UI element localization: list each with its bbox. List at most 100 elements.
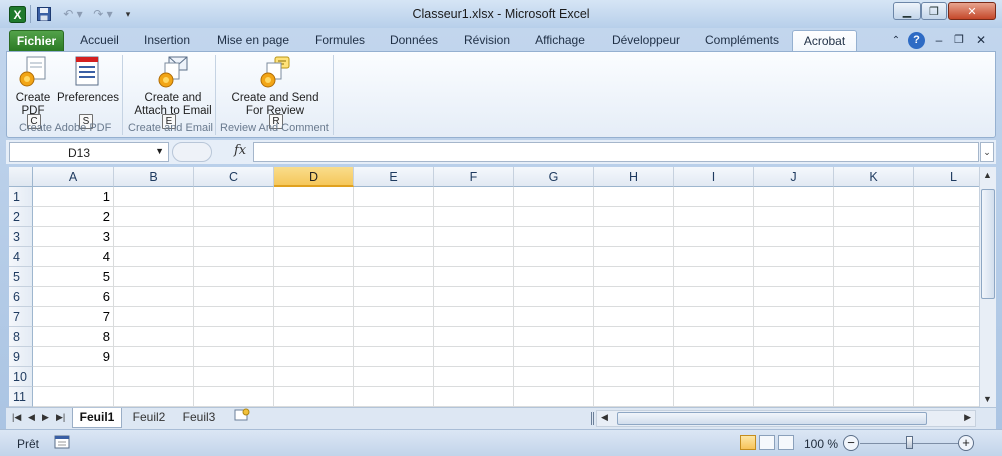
cell-a5[interactable]: 5 [33,267,113,287]
create-send-review-button[interactable]: Create and Send For Review [225,55,325,118]
workbook-restore-icon[interactable]: ❐ [952,30,966,52]
tab-accueil[interactable]: Accueil [72,30,127,52]
column-header-e[interactable]: E [354,167,434,187]
column-header-l[interactable]: L [914,167,979,187]
tab-mise-en-page[interactable]: Mise en page [210,30,296,52]
column-header-h[interactable]: H [594,167,674,187]
zoom-percentage[interactable]: 100 % [804,437,838,451]
formula-buttons: fx [170,142,252,162]
tab-formules[interactable]: Formules [308,30,372,52]
page-layout-view-icon[interactable] [759,435,775,450]
scroll-down-icon[interactable]: ▼ [983,394,992,404]
preferences-button[interactable]: Preferences [57,55,119,105]
gridline [33,226,979,227]
scroll-up-icon[interactable]: ▲ [983,170,992,180]
gridline [33,266,979,267]
tab-insertion[interactable]: Insertion [137,30,197,52]
zoom-out-icon[interactable]: − [843,435,859,451]
attach-email-icon [158,56,188,88]
scroll-left-icon[interactable]: ◀ [601,412,608,423]
cell-a9[interactable]: 9 [33,347,113,367]
zoom-in-icon[interactable]: + [958,435,974,451]
workbook-close-icon[interactable]: ✕ [974,30,988,52]
close-button[interactable]: ✕ [948,2,996,20]
normal-view-icon[interactable] [740,435,756,450]
page-break-view-icon[interactable] [778,435,794,450]
column-header-f[interactable]: F [434,167,514,187]
create-attach-email-button[interactable]: Create and Attach to Email [129,55,217,118]
sheet-tab-feuil3[interactable]: Feuil3 [176,408,222,428]
row-header-9[interactable]: 9 [9,347,33,367]
tab-revision[interactable]: Révision [457,30,517,52]
vertical-scrollbar[interactable]: ▲ ▼ [979,167,996,407]
tab-acrobat[interactable]: Acrobat [792,30,857,53]
horizontal-scrollbar[interactable]: ◀ ▶ [596,410,976,427]
name-box-dropdown-icon[interactable]: ▼ [155,146,164,156]
tab-fichier[interactable]: Fichier [9,30,64,52]
formula-input[interactable] [253,142,979,162]
sheet-tab-feuil2[interactable]: Feuil2 [126,408,172,428]
cell-a4[interactable]: 4 [33,247,113,267]
row-header-2[interactable]: 2 [9,207,33,227]
cell-a2[interactable]: 2 [33,207,113,227]
row-header-4[interactable]: 4 [9,247,33,267]
minimize-ribbon-icon[interactable]: ⌃ [889,30,903,52]
formula-bar-expand-icon[interactable]: ⌄ [980,142,994,162]
cell-a3[interactable]: 3 [33,227,113,247]
tab-split-handle[interactable] [591,412,594,425]
group-label-review-and-comment: Review And Comment [220,122,329,134]
formula-expand-handle[interactable] [172,142,212,162]
row-header-6[interactable]: 6 [9,287,33,307]
scroll-right-icon[interactable]: ▶ [964,412,971,423]
gridline [193,187,194,407]
help-icon[interactable]: ? [908,32,925,49]
zoom-slider-thumb[interactable] [906,436,913,449]
worksheet-grid[interactable]: A B C D E F G H I J K L 1 1 2 2 3 3 4 4 5 5 6 6 7 7 8 8 9 9 10 11 [9,167,979,407]
tab-affichage[interactable]: Affichage [528,30,592,52]
row-header-5[interactable]: 5 [9,267,33,287]
cell-a7[interactable]: 7 [33,307,113,327]
insert-function-icon[interactable]: fx [234,143,246,158]
row-header-1[interactable]: 1 [9,187,33,207]
title-bar: X ↶ ▾ ↷ ▾ ▾ Classeur1.xlsx - Microsoft E… [0,0,1002,28]
sheet-tab-feuil1[interactable]: Feuil1 [72,408,122,428]
cell-a1[interactable]: 1 [33,187,113,207]
column-header-c[interactable]: C [194,167,274,187]
macro-record-icon[interactable] [54,435,70,450]
row-header-3[interactable]: 3 [9,227,33,247]
name-box[interactable]: D13 ▼ [9,142,169,162]
column-header-g[interactable]: G [514,167,594,187]
window-title: Classeur1.xlsx - Microsoft Excel [412,7,590,21]
group-separator [215,55,216,135]
first-sheet-icon[interactable]: |◀ [12,412,21,423]
restore-button[interactable]: ❐ [921,2,947,20]
group-label-create-adobe-pdf: Create Adobe PDF [19,122,112,134]
row-header-7[interactable]: 7 [9,307,33,327]
tab-developpeur[interactable]: Développeur [605,30,687,52]
horizontal-scroll-thumb[interactable] [617,412,927,425]
workbook-minimize-icon[interactable]: – [932,30,946,52]
row-header-8[interactable]: 8 [9,327,33,347]
column-header-a[interactable]: A [33,167,114,187]
gridline [33,346,979,347]
column-header-b[interactable]: B [114,167,194,187]
row-header-11[interactable]: 11 [9,387,33,407]
row-header-10[interactable]: 10 [9,367,33,387]
minimize-button[interactable]: ▁ [893,2,921,20]
tab-complements[interactable]: Compléments [697,30,787,52]
last-sheet-icon[interactable]: ▶| [56,412,65,423]
cell-a6[interactable]: 6 [33,287,113,307]
create-pdf-button[interactable]: Create PDF [10,55,56,118]
column-header-j[interactable]: J [754,167,834,187]
select-all-corner[interactable] [9,167,33,187]
tab-donnees[interactable]: Données [383,30,445,52]
insert-sheet-icon[interactable] [232,408,252,428]
next-sheet-icon[interactable]: ▶ [42,412,49,423]
column-header-i[interactable]: I [674,167,754,187]
group-separator [122,55,123,135]
column-header-k[interactable]: K [834,167,914,187]
column-header-d[interactable]: D [274,167,354,187]
cell-a8[interactable]: 8 [33,327,113,347]
prev-sheet-icon[interactable]: ◀ [28,412,35,423]
vertical-scroll-thumb[interactable] [981,189,995,299]
